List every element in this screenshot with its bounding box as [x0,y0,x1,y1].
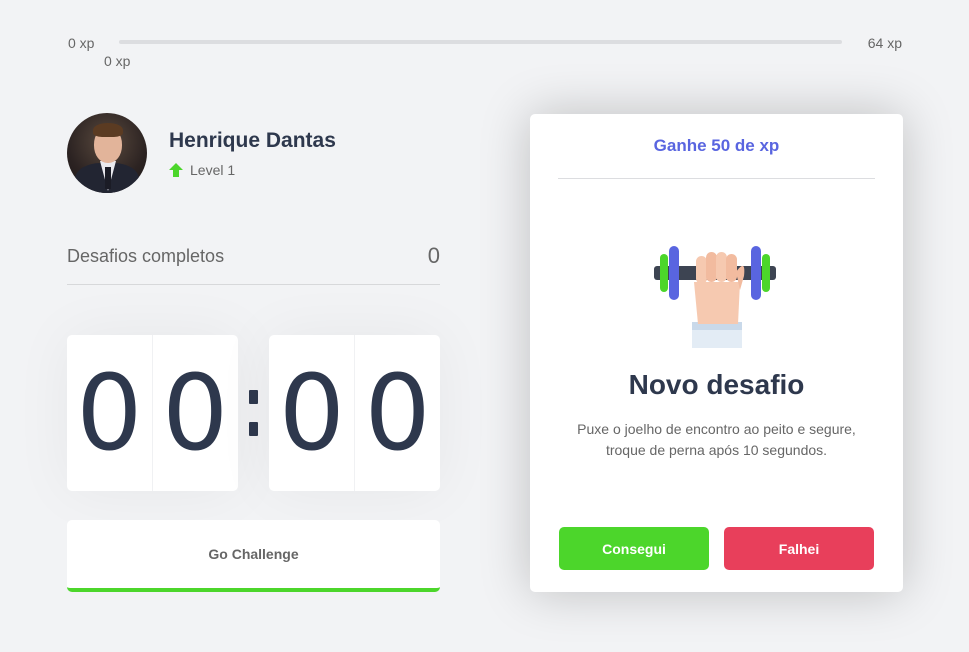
countdown-separator [238,390,270,436]
arrow-up-icon [169,162,183,177]
user-name: Henrique Dantas [169,129,336,153]
xp-current-label: 0 xp [104,53,131,69]
second-digit-right: 0 [354,335,440,491]
completed-challenges-label: Desafios completos [67,246,225,266]
countdown-seconds: 0 0 [269,335,441,491]
challenge-card: Ganhe 50 de xp Novo desafio Puxe o joelh… [530,114,903,592]
challenge-actions: Consegui Falhei [559,527,874,570]
level-label: Level 1 [190,161,236,178]
profile-info: Henrique Dantas Level 1 [169,128,336,178]
challenge-description: Puxe o joelho de encontro ao peito e seg… [577,421,856,458]
xp-progress-track [119,40,842,44]
minute-digit-left: 0 [76,352,143,474]
profile: Henrique Dantas Level 1 [67,113,336,193]
xp-max-label: 64 xp [867,35,902,51]
level-indicator: Level 1 [169,162,336,178]
avatar [67,113,147,193]
completed-challenges-count: 0 [427,243,440,268]
experience-bar: 0 xp 0 xp 64 xp [68,30,902,70]
challenge-fail-button[interactable]: Falhei [724,527,874,570]
countdown-minutes: 0 0 [67,335,238,491]
xp-min-label: 0 xp [68,35,95,51]
completed-challenges: Desafios completos 0 [67,243,440,285]
challenge-success-button[interactable]: Consegui [559,527,709,570]
second-digit-left: 0 [278,352,345,474]
go-challenge-button[interactable]: Go Challenge [67,520,440,592]
challenge-title: Novo desafio [628,369,805,400]
challenge-xp-reward: Ganhe 50 de xp [558,114,875,179]
minute-digit-right: 0 [151,335,238,491]
countdown: 0 0 0 0 [67,335,441,491]
dumbbell-icon [654,246,776,348]
